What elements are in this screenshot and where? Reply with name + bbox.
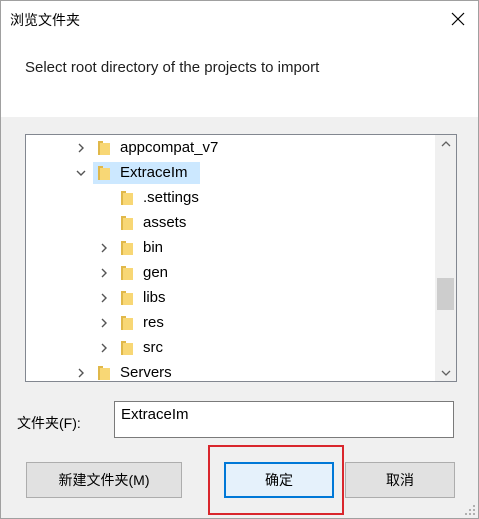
tree-item-label: .settings	[143, 189, 199, 206]
close-icon	[451, 12, 465, 26]
tree-item[interactable]: libs	[26, 286, 434, 310]
scrollbar-thumb[interactable]	[437, 277, 454, 310]
folder-icon	[98, 166, 110, 180]
folder-icon	[121, 191, 133, 205]
scroll-up-button[interactable]	[435, 135, 456, 152]
tree-item-label: libs	[143, 289, 166, 306]
folder-input[interactable]: ExtraceIm	[114, 401, 454, 438]
tree-item[interactable]: gen	[26, 261, 434, 285]
tree-item-label: assets	[143, 214, 187, 231]
new-folder-button[interactable]: 新建文件夹(M)	[26, 462, 182, 498]
ok-button[interactable]: 确定	[224, 462, 334, 498]
chevron-right-icon[interactable]	[98, 292, 110, 304]
chevron-up-icon	[441, 140, 450, 146]
scroll-down-button[interactable]	[435, 364, 456, 381]
window-title: 浏览文件夹	[10, 12, 80, 28]
chevron-right-icon[interactable]	[75, 367, 87, 379]
chevron-right-icon[interactable]	[98, 242, 110, 254]
tree-item-label: Servers	[120, 364, 172, 381]
close-button[interactable]	[444, 5, 472, 33]
chevron-down-icon	[441, 370, 450, 376]
vertical-scrollbar[interactable]	[435, 135, 456, 381]
tree-item-label: res	[143, 314, 164, 331]
folder-tree[interactable]: appcompat_v7 ExtraceIm .settings assets bin g…	[25, 134, 457, 382]
chevron-right-icon[interactable]	[75, 142, 87, 154]
folder-icon	[121, 266, 133, 280]
resize-grip-icon[interactable]	[464, 504, 476, 516]
chevron-right-icon[interactable]	[98, 342, 110, 354]
tree-item[interactable]: Servers	[26, 361, 434, 381]
tree-item-label: appcompat_v7	[120, 139, 219, 156]
chevron-down-icon[interactable]	[75, 167, 87, 179]
tree-item[interactable]: appcompat_v7	[26, 136, 434, 160]
folder-field-label: 文件夹(F):	[17, 415, 81, 431]
chevron-right-icon[interactable]	[98, 267, 110, 279]
folder-icon	[121, 341, 133, 355]
folder-icon	[121, 291, 133, 305]
tree-item[interactable]: bin	[26, 236, 434, 260]
tree-item-label: bin	[143, 239, 164, 256]
cancel-button[interactable]: 取消	[345, 462, 455, 498]
folder-icon	[98, 366, 110, 380]
tree-item-label: src	[143, 339, 163, 356]
folder-icon	[121, 316, 133, 330]
tree-item[interactable]: assets	[26, 211, 434, 235]
folder-icon	[121, 241, 133, 255]
browse-folder-dialog: 浏览文件夹 Select root directory of the proje…	[0, 0, 479, 519]
tree-item-label: ExtraceIm	[120, 164, 188, 181]
chevron-right-icon[interactable]	[98, 317, 110, 329]
tree-item[interactable]: src	[26, 336, 434, 360]
tree-item[interactable]: ExtraceIm	[26, 161, 434, 185]
folder-icon	[98, 141, 110, 155]
instruction-text: Select root directory of the projects to…	[25, 59, 320, 76]
instruction-area: Select root directory of the projects to…	[1, 37, 478, 117]
tree-item-label: gen	[143, 264, 169, 281]
tree-item[interactable]: res	[26, 311, 434, 335]
folder-icon	[121, 216, 133, 230]
title-bar: 浏览文件夹	[1, 1, 478, 37]
tree-item[interactable]: .settings	[26, 186, 434, 210]
